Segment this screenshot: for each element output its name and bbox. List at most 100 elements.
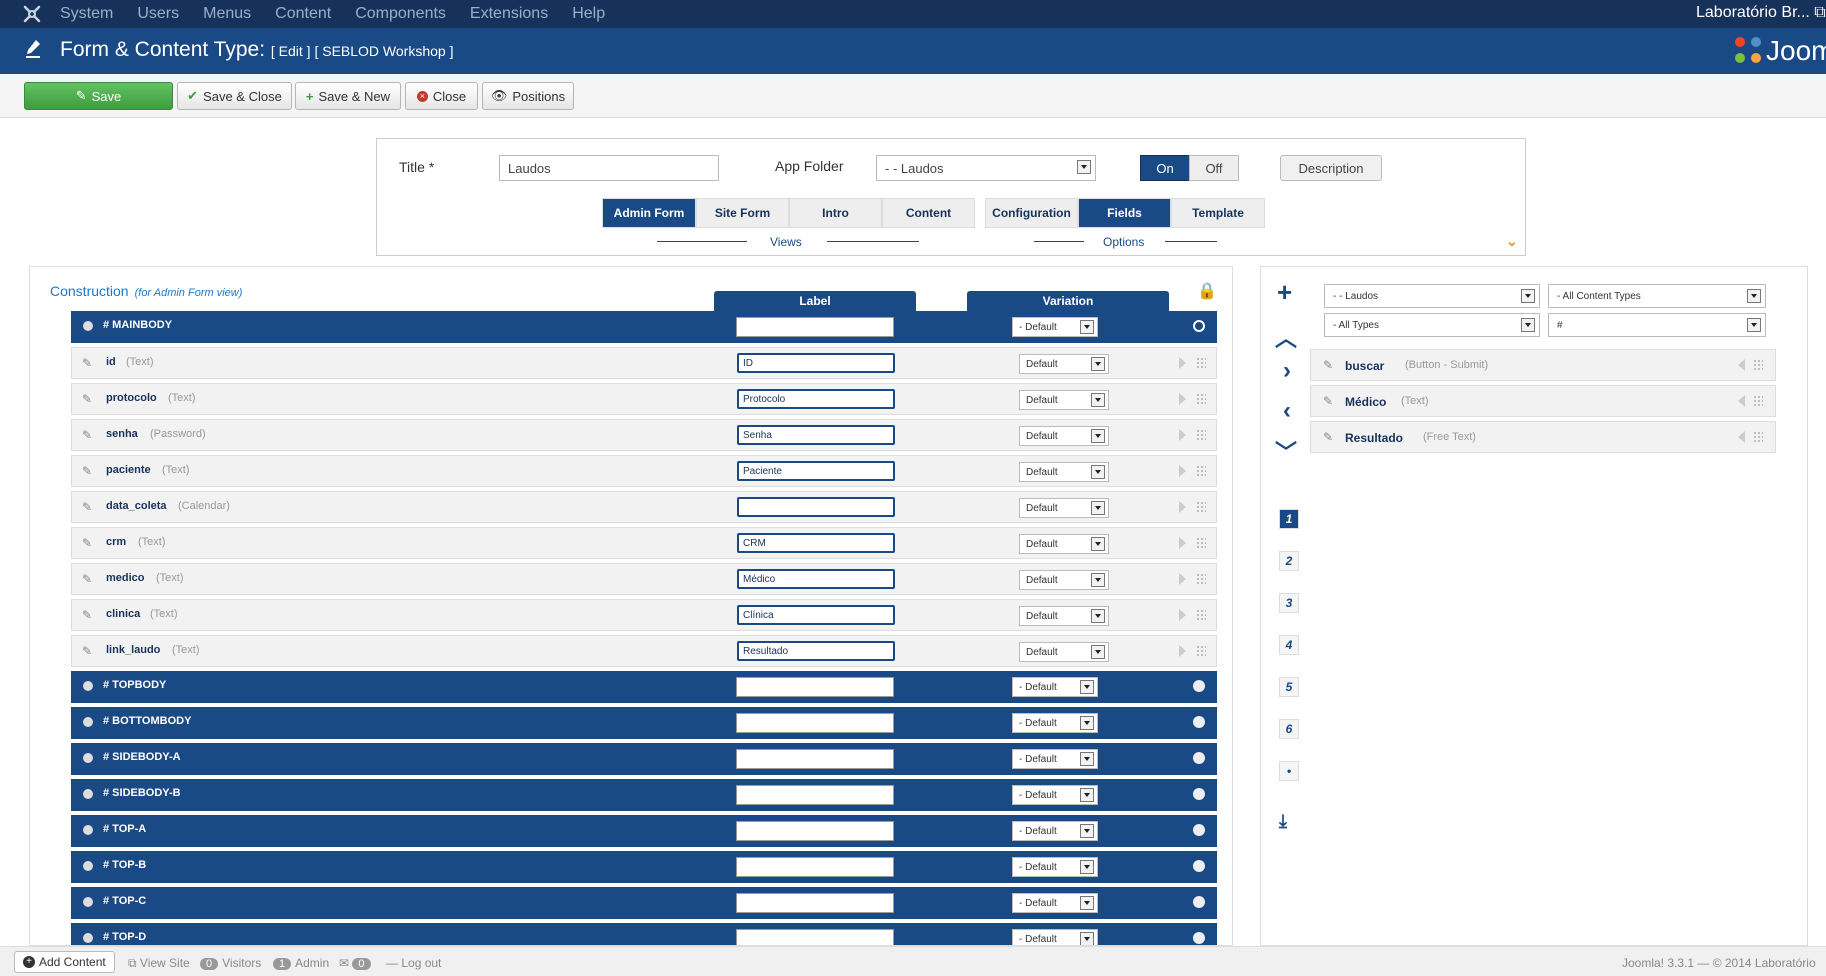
- pencil-icon[interactable]: ✎: [1323, 394, 1333, 408]
- pencil-icon[interactable]: ✎: [82, 500, 92, 514]
- available-field-row[interactable]: ✎ buscar (Button - Submit): [1310, 349, 1776, 381]
- radio-icon[interactable]: [83, 321, 93, 331]
- field-label-input[interactable]: Resultado: [737, 641, 895, 661]
- field-label-input[interactable]: ID: [737, 353, 895, 373]
- page-button-2[interactable]: 2: [1279, 551, 1299, 571]
- page-button-5[interactable]: 5: [1279, 677, 1299, 697]
- chevron-up-icon[interactable]: ︿: [1275, 321, 1297, 353]
- chevron-right-icon[interactable]: ›: [1283, 357, 1291, 385]
- position-label-input[interactable]: [736, 317, 894, 337]
- field-row[interactable]: ✎ id (Text) ID Default: [71, 347, 1217, 379]
- arrow-right-icon[interactable]: [1179, 645, 1186, 657]
- tab-admin-form[interactable]: Admin Form: [602, 198, 696, 228]
- field-name[interactable]: id: [106, 356, 116, 368]
- drag-handle-icon[interactable]: [1196, 573, 1206, 585]
- tab-configuration[interactable]: Configuration: [985, 198, 1078, 228]
- variation-select[interactable]: Default: [1019, 606, 1109, 626]
- position-label-input[interactable]: [736, 677, 894, 697]
- field-name[interactable]: crm: [106, 536, 126, 548]
- radio-icon[interactable]: [1193, 932, 1205, 944]
- type-filter-select[interactable]: - All Types: [1324, 313, 1540, 337]
- position-label-input[interactable]: [736, 929, 894, 945]
- pencil-icon[interactable]: ✎: [82, 608, 92, 622]
- variation-select[interactable]: Default: [1019, 570, 1109, 590]
- save-close-button[interactable]: ✔ Save & Close: [177, 82, 292, 110]
- field-name[interactable]: clinica: [106, 608, 140, 620]
- drag-handle-icon[interactable]: [1196, 537, 1206, 549]
- page-button-3[interactable]: 3: [1279, 593, 1299, 613]
- drag-handle-icon[interactable]: [1753, 359, 1763, 371]
- available-field-row[interactable]: ✎ Médico (Text): [1310, 385, 1776, 417]
- pencil-icon[interactable]: ✎: [82, 644, 92, 658]
- field-name[interactable]: medico: [106, 572, 145, 584]
- position-row[interactable]: # SIDEBODY-A - Default: [71, 743, 1217, 775]
- radio-icon[interactable]: [83, 717, 93, 727]
- field-name[interactable]: senha: [106, 428, 138, 440]
- field-label-input[interactable]: Senha: [737, 425, 895, 445]
- position-row[interactable]: # TOP-A - Default: [71, 815, 1217, 847]
- radio-icon[interactable]: [1193, 680, 1205, 692]
- radio-icon[interactable]: [83, 933, 93, 943]
- variation-select[interactable]: Default: [1019, 534, 1109, 554]
- tab-site-form[interactable]: Site Form: [696, 198, 789, 228]
- field-label-input[interactable]: Clínica: [737, 605, 895, 625]
- field-name[interactable]: paciente: [106, 464, 151, 476]
- pencil-icon[interactable]: ✎: [1323, 358, 1333, 372]
- pencil-icon[interactable]: ✎: [1323, 430, 1333, 444]
- variation-select[interactable]: - Default: [1012, 749, 1098, 769]
- hash-filter-select[interactable]: #: [1548, 313, 1766, 337]
- variation-select[interactable]: Default: [1019, 642, 1109, 662]
- drag-handle-icon[interactable]: [1196, 393, 1206, 405]
- field-row[interactable]: ✎ protocolo (Text) Protocolo Default: [71, 383, 1217, 415]
- field-row[interactable]: ✎ crm (Text) CRM Default: [71, 527, 1217, 559]
- radio-icon[interactable]: [1193, 896, 1205, 908]
- drag-handle-icon[interactable]: [1196, 465, 1206, 477]
- variation-select[interactable]: - Default: [1012, 821, 1098, 841]
- available-field-name[interactable]: buscar: [1345, 359, 1384, 373]
- arrow-right-icon[interactable]: [1179, 609, 1186, 621]
- drag-handle-icon[interactable]: [1196, 609, 1206, 621]
- chevron-down-icon[interactable]: ﹀: [1275, 435, 1297, 467]
- position-label-input[interactable]: [736, 893, 894, 913]
- scroll-bottom-icon[interactable]: ⤓: [1279, 811, 1287, 832]
- radio-icon[interactable]: [83, 789, 93, 799]
- position-row[interactable]: # BOTTOMBODY - Default: [71, 707, 1217, 739]
- menu-menus[interactable]: Menus: [203, 5, 251, 23]
- joomla-icon[interactable]: [22, 4, 42, 24]
- available-field-row[interactable]: ✎ Resultado (Free Text): [1310, 421, 1776, 453]
- radio-icon[interactable]: [1193, 716, 1205, 728]
- arrow-left-icon[interactable]: [1738, 431, 1745, 443]
- field-row[interactable]: ✎ senha (Password) Senha Default: [71, 419, 1217, 451]
- menu-users[interactable]: Users: [137, 5, 179, 23]
- variation-select[interactable]: Default: [1019, 462, 1109, 482]
- variation-select[interactable]: - Default: [1012, 317, 1098, 337]
- menu-system[interactable]: System: [60, 5, 113, 23]
- add-content-button[interactable]: + Add Content: [14, 951, 115, 973]
- available-field-name[interactable]: Médico: [1345, 395, 1386, 409]
- page-button-4[interactable]: 4: [1279, 635, 1299, 655]
- pencil-icon[interactable]: ✎: [82, 464, 92, 478]
- positions-button[interactable]: 👁 Positions: [482, 82, 574, 110]
- variation-select[interactable]: Default: [1019, 390, 1109, 410]
- drag-handle-icon[interactable]: [1753, 431, 1763, 443]
- variation-select[interactable]: Default: [1019, 426, 1109, 446]
- position-label-input[interactable]: [736, 821, 894, 841]
- messages-indicator[interactable]: ✉ 0: [339, 956, 375, 970]
- position-label-input[interactable]: [736, 785, 894, 805]
- field-label-input[interactable]: Paciente: [737, 461, 895, 481]
- tab-intro[interactable]: Intro: [789, 198, 882, 228]
- radio-icon[interactable]: [83, 825, 93, 835]
- variation-select[interactable]: Default: [1019, 498, 1109, 518]
- position-row[interactable]: # TOP-D - Default: [71, 923, 1217, 945]
- pencil-icon[interactable]: ✎: [82, 428, 92, 442]
- variation-select[interactable]: - Default: [1012, 857, 1098, 877]
- radio-icon[interactable]: [1193, 860, 1205, 872]
- arrow-right-icon[interactable]: [1179, 393, 1186, 405]
- drag-handle-icon[interactable]: [1753, 395, 1763, 407]
- position-row[interactable]: # SIDEBODY-B - Default: [71, 779, 1217, 811]
- radio-icon[interactable]: [83, 753, 93, 763]
- field-name[interactable]: protocolo: [106, 392, 157, 404]
- field-row[interactable]: ✎ clinica (Text) Clínica Default: [71, 599, 1217, 631]
- field-name[interactable]: data_coleta: [106, 500, 167, 512]
- field-row[interactable]: ✎ paciente (Text) Paciente Default: [71, 455, 1217, 487]
